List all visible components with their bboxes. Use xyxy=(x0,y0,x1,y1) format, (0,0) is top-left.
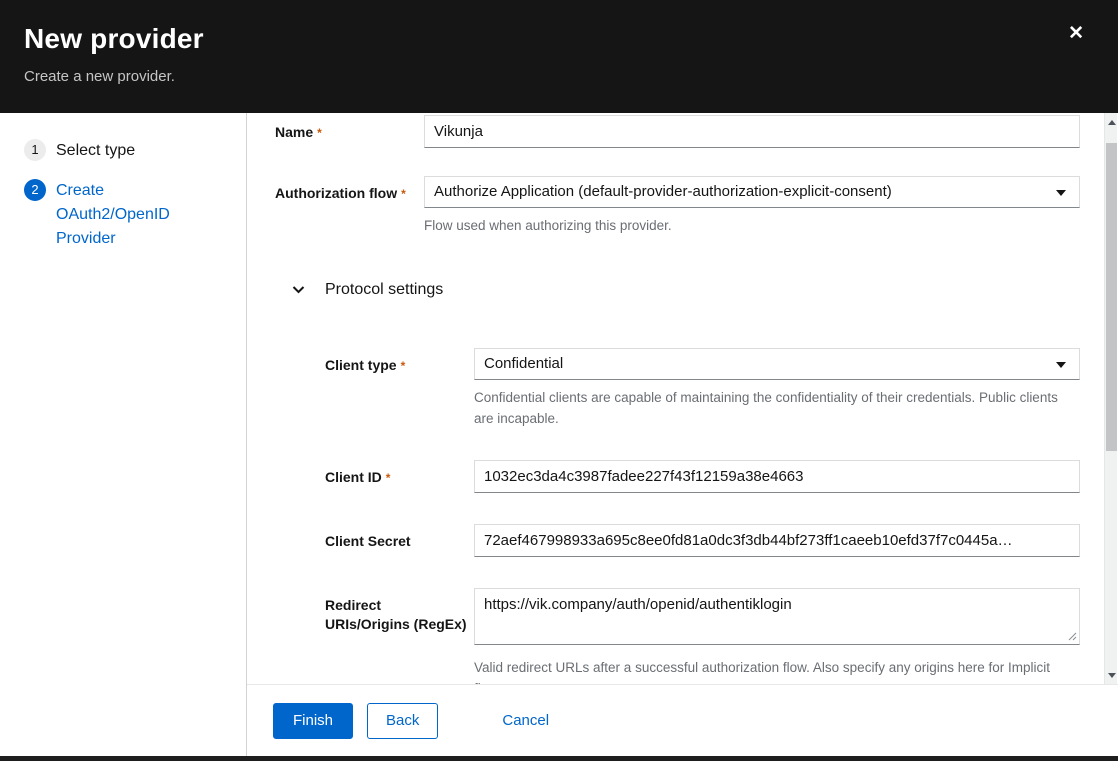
scrollbar-thumb[interactable] xyxy=(1106,143,1117,451)
client-secret-row: Client Secret xyxy=(325,524,1080,557)
name-label: Name* xyxy=(275,115,424,143)
name-field[interactable] xyxy=(424,115,1080,148)
client-type-select[interactable]: Confidential xyxy=(474,348,1080,380)
new-provider-modal: New provider Create a new provider. ✕ 1 … xyxy=(0,0,1118,761)
close-icon[interactable]: ✕ xyxy=(1068,24,1084,43)
authorization-flow-select[interactable]: Authorize Application (default-provider-… xyxy=(424,176,1080,208)
sidebar-item-select-type[interactable]: 1 Select type xyxy=(24,139,222,163)
protocol-settings-toggle[interactable]: Protocol settings xyxy=(292,281,1080,299)
scroll-up-icon[interactable] xyxy=(1108,120,1116,125)
required-asterisk: * xyxy=(317,126,322,140)
authorization-flow-label: Authorization flow* xyxy=(275,176,424,204)
cancel-button[interactable]: Cancel xyxy=(502,712,549,729)
sidebar-item-label: Create OAuth2/OpenID Provider xyxy=(56,179,222,251)
client-id-field[interactable] xyxy=(474,460,1080,493)
authorization-flow-help: Flow used when authorizing this provider… xyxy=(424,216,1080,237)
client-type-help: Confidential clients are capable of main… xyxy=(474,388,1080,430)
authorization-flow-row: Authorization flow* Authorize Applicatio… xyxy=(275,176,1080,237)
section-title: Protocol settings xyxy=(325,281,443,299)
redirect-uris-row: Redirect URIs/Origins (RegEx) https://vi… xyxy=(325,588,1080,684)
client-id-label: Client ID* xyxy=(325,460,474,488)
page-subtitle: Create a new provider. xyxy=(24,68,1094,85)
finish-button[interactable]: Finish xyxy=(273,703,353,739)
modal-bottom-overlay xyxy=(0,756,1118,761)
sidebar-item-label: Select type xyxy=(56,139,135,163)
caret-down-icon xyxy=(1056,190,1066,196)
chevron-down-icon xyxy=(292,281,305,299)
required-asterisk: * xyxy=(401,359,406,373)
required-asterisk: * xyxy=(401,187,406,201)
client-secret-label: Client Secret xyxy=(325,524,474,552)
client-type-row: Client type* Confidential Confidential c… xyxy=(325,348,1080,430)
redirect-uris-textarea[interactable]: https://vik.company/auth/openid/authenti… xyxy=(474,588,1080,645)
sidebar-item-create-provider[interactable]: 2 Create OAuth2/OpenID Provider xyxy=(24,179,222,251)
client-id-row: Client ID* xyxy=(325,460,1080,493)
vertical-scrollbar[interactable] xyxy=(1104,113,1117,684)
redirect-uris-help: Valid redirect URLs after a successful a… xyxy=(474,658,1080,684)
back-button[interactable]: Back xyxy=(367,703,438,739)
name-row: Name* xyxy=(275,115,1080,148)
client-type-label: Client type* xyxy=(325,348,474,376)
form-scroll-area: Name* Authorization flow* Au xyxy=(247,113,1118,684)
provider-form: Name* Authorization flow* Au xyxy=(247,113,1118,684)
protocol-settings-group: Client type* Confidential Confidential c… xyxy=(325,348,1080,684)
caret-down-icon xyxy=(1056,362,1066,368)
step-number-badge: 2 xyxy=(24,179,46,201)
wizard-main: Name* Authorization flow* Au xyxy=(247,113,1118,756)
client-secret-field[interactable] xyxy=(474,524,1080,557)
scroll-down-icon[interactable] xyxy=(1108,673,1116,678)
redirect-uris-label: Redirect URIs/Origins (RegEx) xyxy=(325,588,474,635)
step-number-badge: 1 xyxy=(24,139,46,161)
required-asterisk: * xyxy=(386,471,391,485)
wizard-footer: Finish Back Cancel xyxy=(247,684,1118,756)
page-title: New provider xyxy=(24,23,1094,55)
modal-header: New provider Create a new provider. ✕ xyxy=(0,0,1118,113)
modal-body: 1 Select type 2 Create OAuth2/OpenID Pro… xyxy=(0,113,1118,756)
wizard-sidebar: 1 Select type 2 Create OAuth2/OpenID Pro… xyxy=(0,113,247,756)
